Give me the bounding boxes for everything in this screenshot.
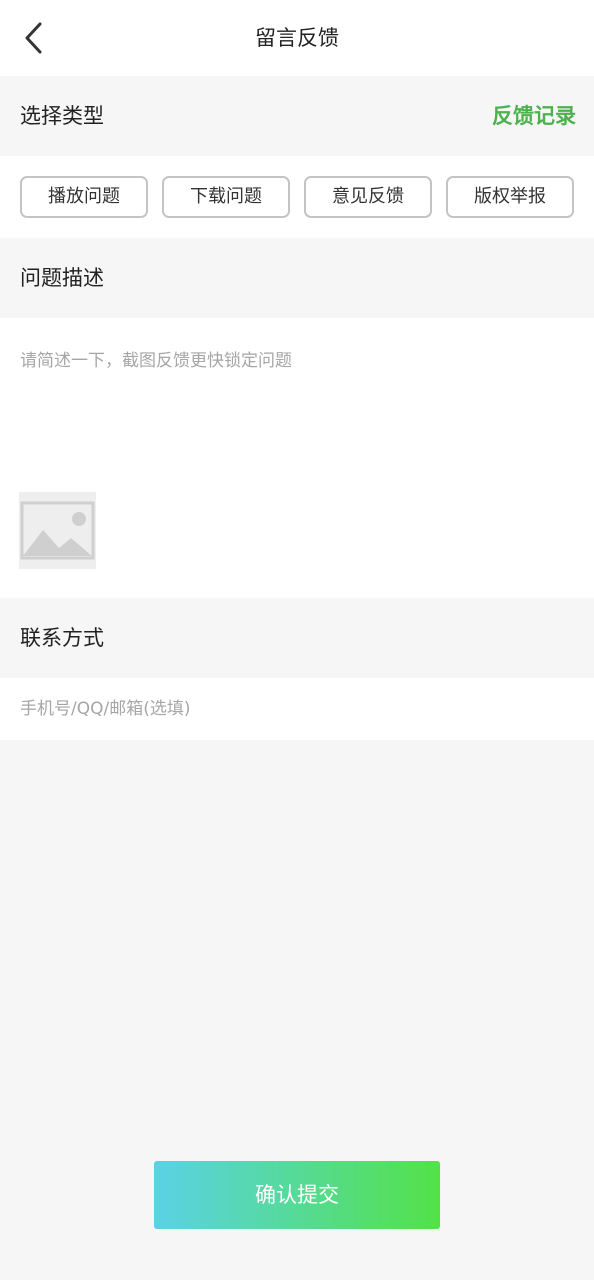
chevron-left-icon	[25, 22, 42, 54]
contact-section-header: 联系方式	[0, 598, 594, 678]
type-option-playback[interactable]: 播放问题	[20, 176, 148, 218]
type-option-suggestion[interactable]: 意见反馈	[304, 176, 432, 218]
page-title: 留言反馈	[255, 26, 339, 50]
back-button[interactable]	[16, 18, 56, 58]
type-section-header: 选择类型 反馈记录	[0, 76, 594, 156]
top-bar: 留言反馈	[0, 0, 594, 76]
submit-button[interactable]: 确认提交	[154, 1161, 440, 1229]
type-option-download[interactable]: 下载问题	[162, 176, 290, 218]
contact-input[interactable]	[20, 678, 574, 740]
type-option-copyright[interactable]: 版权举报	[446, 176, 574, 218]
description-section-header: 问题描述	[0, 238, 594, 318]
type-options-row: 播放问题 下载问题 意见反馈 版权举报	[0, 156, 594, 238]
contact-section-title: 联系方式	[20, 626, 104, 650]
type-section-title: 选择类型	[20, 104, 104, 128]
description-section-title: 问题描述	[20, 266, 104, 290]
contact-box	[0, 678, 594, 740]
image-placeholder-icon	[19, 492, 96, 569]
description-box	[0, 318, 594, 598]
description-input[interactable]	[20, 346, 574, 466]
image-upload-button[interactable]	[19, 492, 96, 569]
feedback-history-link[interactable]: 反馈记录	[492, 76, 576, 156]
